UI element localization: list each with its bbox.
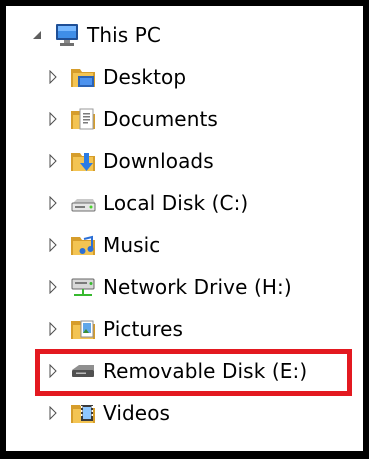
tree-item-music[interactable]: Music: [46, 228, 160, 262]
tree-item-this-pc[interactable]: This PC: [30, 18, 161, 52]
local-disk-icon: [68, 188, 98, 218]
tree-item-label: Music: [103, 233, 161, 257]
tree-item-label: Documents: [103, 107, 218, 131]
pictures-folder-icon: [68, 314, 98, 344]
tree-item-videos[interactable]: Videos: [46, 396, 170, 430]
tree-item-label: Downloads: [103, 149, 214, 173]
tree-item-documents[interactable]: Documents: [46, 102, 218, 136]
tree-item-label: Desktop: [103, 65, 187, 89]
tree-item-network-drive-h[interactable]: Network Drive (H:): [46, 270, 292, 304]
collapsed-arrow-icon[interactable]: [46, 109, 60, 129]
collapsed-arrow-icon[interactable]: [46, 319, 60, 339]
computer-icon: [52, 20, 82, 50]
tree-item-label: Videos: [103, 401, 171, 425]
collapsed-arrow-icon[interactable]: [46, 277, 60, 297]
tree-item-pictures[interactable]: Pictures: [46, 312, 183, 346]
collapsed-arrow-icon[interactable]: [46, 193, 60, 213]
tree-item-label: Local Disk (C:): [103, 191, 249, 215]
desktop-folder-icon: [68, 62, 98, 92]
collapsed-arrow-icon[interactable]: [46, 235, 60, 255]
expanded-arrow-icon[interactable]: [30, 25, 44, 45]
documents-folder-icon: [68, 104, 98, 134]
tree-item-label: Network Drive (H:): [103, 275, 292, 299]
tree-item-desktop[interactable]: Desktop: [46, 60, 186, 94]
downloads-folder-icon: [68, 146, 98, 176]
tree-item-label: Pictures: [103, 317, 183, 341]
highlight-box: [35, 349, 352, 396]
videos-folder-icon: [68, 398, 98, 428]
tree-item-downloads[interactable]: Downloads: [46, 144, 214, 178]
network-drive-icon: [68, 272, 98, 302]
tree-item-local-disk-c[interactable]: Local Disk (C:): [46, 186, 248, 220]
music-folder-icon: [68, 230, 98, 260]
tree-item-label: This PC: [87, 23, 161, 47]
collapsed-arrow-icon[interactable]: [46, 67, 60, 87]
collapsed-arrow-icon[interactable]: [46, 151, 60, 171]
collapsed-arrow-icon[interactable]: [46, 403, 60, 423]
